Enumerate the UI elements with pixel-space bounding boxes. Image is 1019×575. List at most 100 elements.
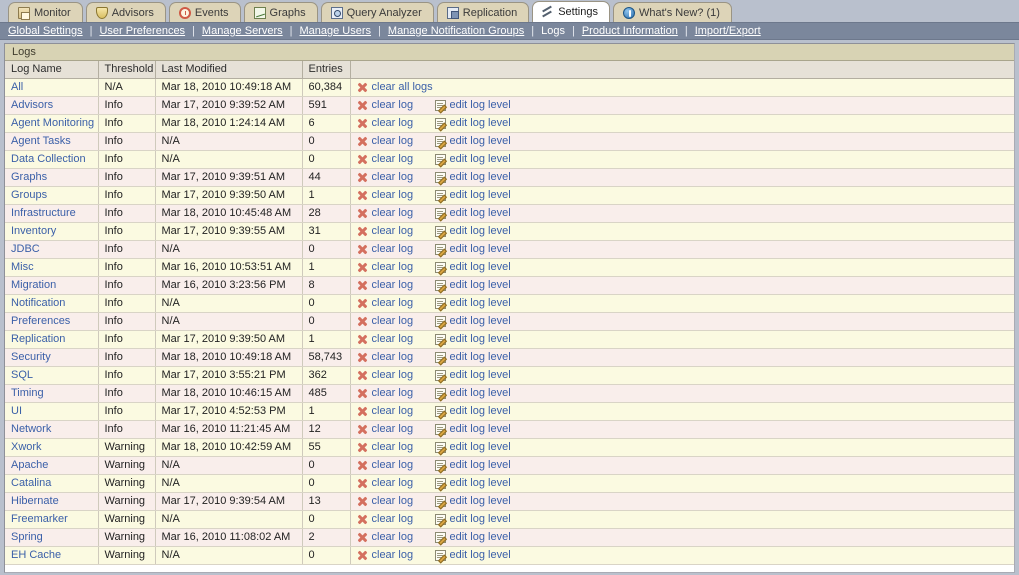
tab-what-s-new-1[interactable]: What's New? (1)	[612, 2, 732, 22]
edit-log-level-button[interactable]: edit log level	[434, 531, 511, 543]
edit-log-level-button[interactable]: edit log level	[434, 423, 511, 435]
log-name-link[interactable]: Replication	[11, 333, 65, 345]
edit-log-level-button[interactable]: edit log level	[434, 315, 511, 327]
log-name-link[interactable]: Catalina	[11, 477, 51, 489]
column-header-entries[interactable]: Entries	[302, 61, 351, 79]
clear-log-button[interactable]: clear log	[357, 315, 435, 327]
edit-log-level-button[interactable]: edit log level	[434, 459, 511, 471]
log-name-link[interactable]: Hibernate	[11, 495, 59, 507]
clear-log-button[interactable]: clear log	[357, 351, 435, 363]
log-name-link[interactable]: Notification	[11, 297, 65, 309]
edit-log-level-button[interactable]: edit log level	[434, 117, 511, 129]
edit-log-level-button[interactable]: edit log level	[434, 369, 511, 381]
edit-log-level-button[interactable]: edit log level	[434, 477, 511, 489]
log-name-link[interactable]: Apache	[11, 459, 48, 471]
clear-log-button[interactable]: clear log	[357, 369, 435, 381]
log-name-link[interactable]: Security	[11, 351, 51, 363]
clear-log-button[interactable]: clear log	[357, 261, 435, 273]
clear-log-button[interactable]: clear log	[357, 225, 435, 237]
edit-log-level-button[interactable]: edit log level	[434, 279, 511, 291]
log-name-link[interactable]: Preferences	[11, 315, 70, 327]
subnav-item-import-export[interactable]: Import/Export	[695, 25, 761, 37]
edit-log-level-button[interactable]: edit log level	[434, 207, 511, 219]
tab-events[interactable]: Events	[168, 2, 241, 22]
log-name-link[interactable]: All	[11, 81, 23, 93]
clear-log-button[interactable]: clear log	[357, 153, 435, 165]
tab-query-analyzer[interactable]: Query Analyzer	[320, 2, 434, 22]
log-name-link[interactable]: SQL	[11, 369, 33, 381]
clear-log-button[interactable]: clear log	[357, 207, 435, 219]
edit-log-level-button[interactable]: edit log level	[434, 405, 511, 417]
clear-log-button[interactable]: clear log	[357, 441, 435, 453]
log-name-link[interactable]: Agent Monitoring	[11, 117, 94, 129]
subnav-item-user-preferences[interactable]: User Preferences	[99, 25, 185, 37]
edit-log-level-button[interactable]: edit log level	[434, 513, 511, 525]
log-name-link[interactable]: Advisors	[11, 99, 53, 111]
edit-log-level-button[interactable]: edit log level	[434, 351, 511, 363]
log-name-link[interactable]: Xwork	[11, 441, 42, 453]
subnav-item-manage-users[interactable]: Manage Users	[300, 25, 372, 37]
clear-log-button[interactable]: clear log	[357, 459, 435, 471]
column-header-last-modified[interactable]: Last Modified	[155, 61, 303, 79]
clear-log-button[interactable]: clear log	[357, 405, 435, 417]
edit-log-level-button[interactable]: edit log level	[434, 333, 511, 345]
clear-log-button[interactable]: clear log	[357, 243, 435, 255]
column-header-threshold[interactable]: Threshold	[98, 61, 156, 79]
subnav-item-product-information[interactable]: Product Information	[582, 25, 678, 37]
subnav-item-manage-servers[interactable]: Manage Servers	[202, 25, 283, 37]
clear-log-button[interactable]: clear log	[357, 531, 435, 543]
tab-monitor[interactable]: Monitor	[8, 2, 83, 22]
log-name-link[interactable]: Agent Tasks	[11, 135, 71, 147]
clear-label: clear log	[371, 297, 414, 309]
log-name-link[interactable]: Groups	[11, 189, 47, 201]
log-name-link[interactable]: EH Cache	[11, 549, 61, 561]
edit-log-level-button[interactable]: edit log level	[434, 225, 511, 237]
log-name-link[interactable]: JDBC	[11, 243, 40, 255]
log-name-link[interactable]: Migration	[11, 279, 56, 291]
clear-log-button[interactable]: clear log	[357, 423, 435, 435]
clear-log-button[interactable]: clear log	[357, 549, 435, 561]
clear-log-button[interactable]: clear log	[357, 387, 435, 399]
log-name-link[interactable]: Graphs	[11, 171, 47, 183]
log-name-link[interactable]: Timing	[11, 387, 44, 399]
clear-log-button[interactable]: clear log	[357, 117, 435, 129]
edit-log-level-button[interactable]: edit log level	[434, 99, 511, 111]
column-header-log-name[interactable]: Log Name	[5, 61, 99, 79]
tab-settings[interactable]: Settings	[532, 1, 610, 22]
log-name-link[interactable]: Spring	[11, 531, 43, 543]
clear-log-button[interactable]: clear log	[357, 297, 435, 309]
edit-log-level-button[interactable]: edit log level	[434, 495, 511, 507]
log-name-link[interactable]: Network	[11, 423, 51, 435]
tab-advisors[interactable]: Advisors	[85, 2, 166, 22]
clear-log-button[interactable]: clear log	[357, 495, 435, 507]
log-name-link[interactable]: Freemarker	[11, 513, 68, 525]
clear-log-button[interactable]: clear log	[357, 279, 435, 291]
clear-log-button[interactable]: clear log	[357, 513, 435, 525]
log-name-link[interactable]: Inventory	[11, 225, 56, 237]
clear-log-button[interactable]: clear log	[357, 477, 435, 489]
log-name-link[interactable]: Infrastructure	[11, 207, 76, 219]
edit-log-level-button[interactable]: edit log level	[434, 243, 511, 255]
tab-graphs[interactable]: Graphs	[243, 2, 318, 22]
subnav-item-global-settings[interactable]: Global Settings	[8, 25, 83, 37]
subnav-item-manage-notification-groups[interactable]: Manage Notification Groups	[388, 25, 524, 37]
clear-log-button[interactable]: clear log	[357, 189, 435, 201]
clear-all-logs-button[interactable]: clear all logs	[357, 81, 433, 93]
log-name-link[interactable]: Data Collection	[11, 153, 86, 165]
clear-log-button[interactable]: clear log	[357, 135, 435, 147]
edit-log-level-button[interactable]: edit log level	[434, 171, 511, 183]
edit-log-level-button[interactable]: edit log level	[434, 153, 511, 165]
edit-log-level-button[interactable]: edit log level	[434, 297, 511, 309]
clear-log-button[interactable]: clear log	[357, 333, 435, 345]
edit-log-level-button[interactable]: edit log level	[434, 441, 511, 453]
log-name-link[interactable]: Misc	[11, 261, 34, 273]
edit-log-level-button[interactable]: edit log level	[434, 261, 511, 273]
edit-log-level-button[interactable]: edit log level	[434, 549, 511, 561]
edit-log-level-button[interactable]: edit log level	[434, 135, 511, 147]
clear-log-button[interactable]: clear log	[357, 171, 435, 183]
edit-log-level-button[interactable]: edit log level	[434, 189, 511, 201]
clear-log-button[interactable]: clear log	[357, 99, 435, 111]
edit-log-level-button[interactable]: edit log level	[434, 387, 511, 399]
tab-replication[interactable]: Replication	[436, 2, 530, 22]
log-name-link[interactable]: UI	[11, 405, 22, 417]
